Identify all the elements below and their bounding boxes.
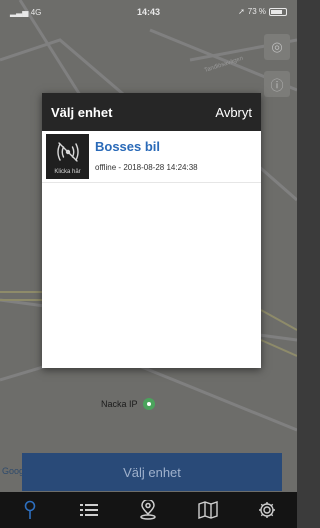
tab-places[interactable]	[133, 495, 163, 525]
locate-me-button[interactable]: ◎	[264, 34, 290, 60]
tab-list[interactable]	[74, 495, 104, 525]
status-bar: ▂▃▅ 4G 14:43 ➚ 73 %	[0, 0, 297, 24]
map-icon	[198, 501, 218, 519]
info-button[interactable]: ⓘ	[264, 71, 290, 97]
tab-settings[interactable]	[252, 495, 282, 525]
info-icon: ⓘ	[270, 77, 284, 93]
tab-map[interactable]	[193, 495, 223, 525]
target-icon: ◎	[271, 39, 283, 54]
dialog-title: Välj enhet	[51, 104, 113, 120]
battery-indicator: ➚ 73 %	[238, 7, 287, 16]
device-status: offline - 2018-08-28 14:24:38	[95, 163, 198, 172]
device-name[interactable]: Bosses bil	[95, 139, 198, 154]
location-arrow-icon: ➚	[238, 7, 245, 16]
cancel-button[interactable]: Avbryt	[215, 105, 252, 120]
tab-bar	[0, 492, 297, 528]
battery-percent: 73 %	[247, 7, 266, 16]
no-signal-icon	[57, 142, 79, 162]
place-label: Nacka IP	[101, 399, 138, 409]
device-thumbnail[interactable]: Klicka här	[46, 134, 89, 179]
battery-icon	[269, 7, 287, 16]
select-device-button[interactable]: Välj enhet	[22, 453, 282, 491]
select-device-dialog: Välj enhet Avbryt Klicka här Bosses bil …	[42, 93, 261, 368]
dialog-header: Välj enhet Avbryt	[42, 93, 261, 131]
device-info: Bosses bil offline - 2018-08-28 14:24:38	[95, 139, 198, 172]
tab-location[interactable]	[15, 495, 45, 525]
gear-icon	[259, 502, 276, 518]
device-list-item[interactable]: Klicka här Bosses bil offline - 2018-08-…	[42, 131, 261, 183]
map-place-marker[interactable]: Nacka IP	[101, 398, 155, 410]
map-marker-icon	[140, 500, 157, 520]
thumbnail-hint: Klicka här	[54, 169, 81, 175]
list-icon	[80, 504, 99, 516]
map-pin-icon[interactable]	[142, 398, 155, 410]
location-pin-icon	[24, 500, 35, 519]
